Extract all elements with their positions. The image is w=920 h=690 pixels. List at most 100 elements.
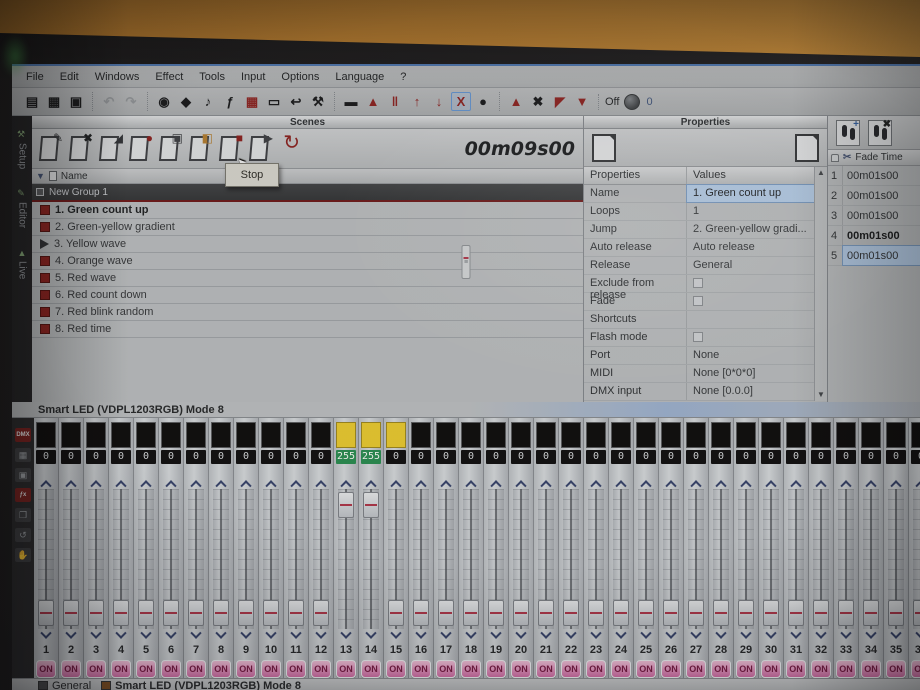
channel-on-button[interactable]: ON <box>161 660 181 678</box>
channel-on-button[interactable]: ON <box>561 660 581 678</box>
chevron-up-icon[interactable] <box>59 476 83 489</box>
fader-track[interactable] <box>363 489 379 629</box>
chevron-down-icon[interactable] <box>359 629 383 642</box>
fader-thumb[interactable] <box>738 600 754 626</box>
cd-player-icon[interactable]: ◉ <box>154 92 174 111</box>
chevron-up-icon[interactable] <box>459 476 483 489</box>
fader-track[interactable] <box>38 489 54 629</box>
chevron-down-icon[interactable] <box>434 629 458 642</box>
fader-track[interactable] <box>688 489 704 629</box>
patch-delete-icon[interactable]: ✖ <box>528 92 548 111</box>
fader-thumb[interactable] <box>388 600 404 626</box>
chevron-down-icon[interactable] <box>59 629 83 642</box>
step-fade-time[interactable]: 00m01s00 <box>843 206 920 225</box>
step-row[interactable]: 200m01s00 <box>828 186 920 206</box>
scene-row[interactable]: 6. Red count down <box>32 287 583 304</box>
fader-track[interactable] <box>613 489 629 629</box>
channel-on-button[interactable]: ON <box>236 660 256 678</box>
channel-on-button[interactable]: ON <box>286 660 306 678</box>
fader-track[interactable] <box>763 489 779 629</box>
chevron-down-icon[interactable] <box>209 629 233 642</box>
channel-on-button[interactable]: ON <box>836 660 856 678</box>
property-row[interactable]: MIDINone [0*0*0] <box>584 365 814 383</box>
chevron-up-icon[interactable] <box>634 476 658 489</box>
fader-thumb[interactable] <box>813 600 829 626</box>
scene-row[interactable]: 5. Red wave <box>32 270 583 287</box>
chevron-up-icon[interactable] <box>384 476 408 489</box>
chevron-down-icon[interactable] <box>859 629 883 642</box>
checkbox-unchecked[interactable] <box>693 332 703 342</box>
fader-thumb[interactable] <box>63 600 79 626</box>
scene-group-row[interactable]: New Group 1 <box>32 184 583 202</box>
fader-thumb[interactable] <box>313 600 329 626</box>
chevron-down-icon[interactable] <box>484 629 508 642</box>
step-row[interactable]: 300m01s00 <box>828 206 920 226</box>
chevron-up-icon[interactable] <box>609 476 633 489</box>
chevron-down-icon[interactable] <box>309 629 333 642</box>
trigger-icon[interactable]: ▲ <box>363 92 383 111</box>
fader-thumb[interactable] <box>513 600 529 626</box>
status-tab-fixture[interactable]: Smart LED (VDPL1203RGB) Mode 8 <box>101 680 301 690</box>
chevron-up-icon[interactable] <box>559 476 583 489</box>
channel-on-button[interactable]: ON <box>61 660 81 678</box>
property-row[interactable]: Jump2. Green-yellow gradi... <box>584 221 814 239</box>
property-row[interactable]: Fade <box>584 293 814 311</box>
property-row[interactable]: Flash mode <box>584 329 814 347</box>
fader-thumb[interactable] <box>588 600 604 626</box>
chevron-down-icon[interactable] <box>134 629 158 642</box>
chevron-up-icon[interactable] <box>509 476 533 489</box>
sidebar-tab-setup[interactable]: ⚒Setup <box>17 130 28 169</box>
fader-track[interactable] <box>738 489 754 629</box>
loop-record-icon[interactable]: ↻ <box>276 133 303 164</box>
channel-on-button[interactable]: ON <box>261 660 281 678</box>
chevron-down-icon[interactable] <box>809 629 833 642</box>
property-value[interactable] <box>687 311 814 328</box>
channel-on-button[interactable]: ON <box>686 660 706 678</box>
property-row[interactable]: ReleaseGeneral <box>584 257 814 275</box>
chevron-up-icon[interactable] <box>584 476 608 489</box>
property-row[interactable]: Exclude from release <box>584 275 814 293</box>
chevron-down-icon[interactable] <box>259 629 283 642</box>
channel-on-button[interactable]: ON <box>761 660 781 678</box>
channel-on-button[interactable]: ON <box>511 660 531 678</box>
chevron-down-icon[interactable] <box>909 629 920 642</box>
delete-step-icon[interactable]: ✖ <box>868 120 892 146</box>
fader-thumb[interactable] <box>913 600 920 626</box>
property-value[interactable]: None [0.0.0] <box>687 383 814 400</box>
status-tab-general[interactable]: General <box>38 680 91 690</box>
step-fade-time[interactable]: 00m01s00 <box>843 186 920 205</box>
step-row[interactable]: 500m01s00 <box>828 246 920 266</box>
chevron-up-icon[interactable] <box>734 476 758 489</box>
patch-save-icon[interactable]: ▼ <box>572 92 592 111</box>
fader-thumb[interactable] <box>338 492 354 518</box>
fader-thumb[interactable] <box>138 600 154 626</box>
edit-scene-icon[interactable] <box>795 134 819 162</box>
fader-track[interactable] <box>413 489 429 629</box>
chevron-down-icon[interactable] <box>234 629 258 642</box>
controller-icon[interactable]: ◆ <box>176 92 196 111</box>
fader-track[interactable] <box>338 489 354 629</box>
fader-track[interactable] <box>388 489 404 629</box>
channel-on-button[interactable]: ON <box>136 660 156 678</box>
checkbox-unchecked[interactable] <box>693 278 703 288</box>
fader-thumb[interactable] <box>638 600 654 626</box>
channel-on-button[interactable]: ON <box>861 660 881 678</box>
fader-thumb[interactable] <box>763 600 779 626</box>
channel-on-button[interactable]: ON <box>386 660 406 678</box>
property-value[interactable] <box>687 275 814 292</box>
channel-on-button[interactable]: ON <box>211 660 231 678</box>
scene-row[interactable]: 7. Red blink random <box>32 304 583 321</box>
property-row[interactable]: DMX inputNone [0.0.0] <box>584 383 814 401</box>
property-value[interactable]: None [0*0*0] <box>687 365 814 382</box>
chevron-up-icon[interactable] <box>359 476 383 489</box>
property-value[interactable]: 2. Green-yellow gradi... <box>687 221 814 238</box>
chevron-up-icon[interactable] <box>834 476 858 489</box>
stop-scene-icon[interactable]: ■➤ <box>216 133 243 164</box>
property-value[interactable]: 1 <box>687 203 814 220</box>
chevron-down-icon[interactable] <box>84 629 108 642</box>
chevron-up-icon[interactable] <box>284 476 308 489</box>
menu-item-windows[interactable]: Windows <box>87 71 148 83</box>
fader-thumb[interactable] <box>688 600 704 626</box>
fader-thumb[interactable] <box>113 600 129 626</box>
fader-thumb[interactable] <box>488 600 504 626</box>
